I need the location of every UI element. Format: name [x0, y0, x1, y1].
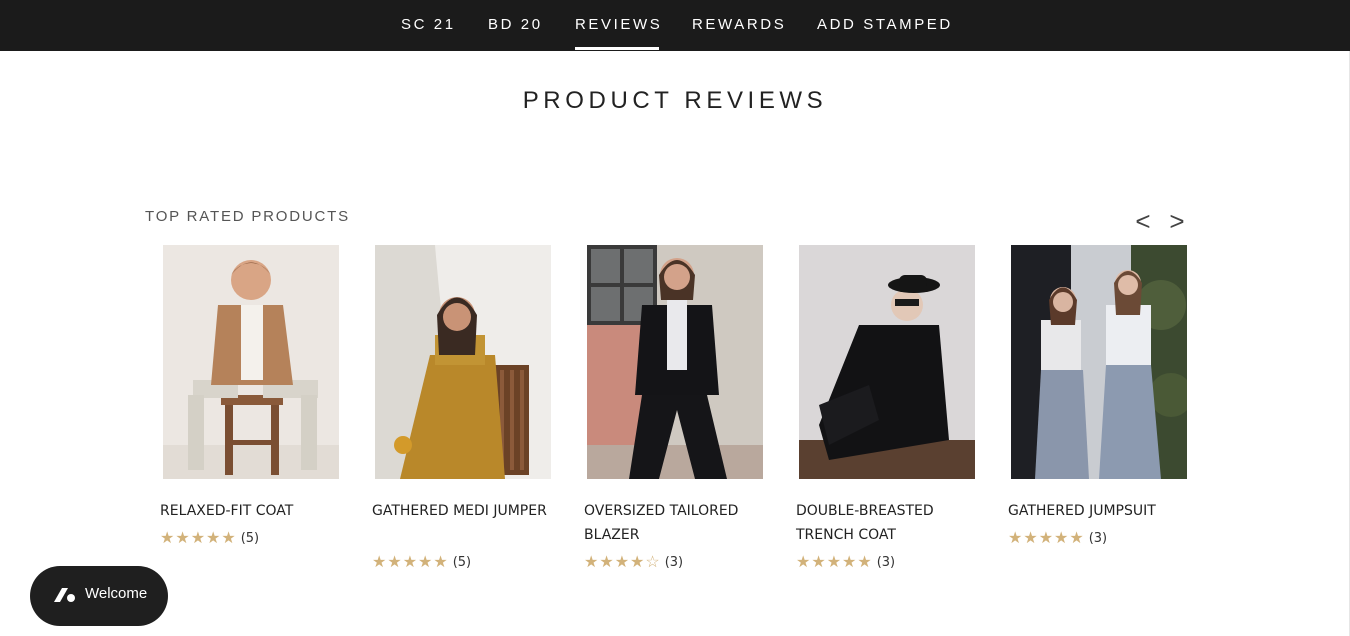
nav-item-sc21[interactable]: SC 21	[401, 16, 456, 36]
section-title: TOP RATED PRODUCTS	[145, 208, 350, 225]
review-count: (3)	[1088, 530, 1108, 546]
product-rating: ★★★★☆ (3)	[584, 553, 683, 571]
welcome-label: Welcome	[85, 585, 148, 602]
product-image[interactable]	[1011, 245, 1187, 479]
product-name[interactable]: DOUBLE-BREASTED TRENCH COAT	[796, 499, 996, 547]
star-rating-icon: ★★★★★	[796, 554, 873, 571]
product-name[interactable]: RELAXED-FIT COAT	[160, 499, 360, 523]
product-rating: ★★★★★ (5)	[372, 553, 471, 571]
nav-item-bd20[interactable]: BD 20	[488, 16, 543, 36]
product-name[interactable]: OVERSIZED TAILORED BLAZER	[584, 499, 784, 547]
review-count: (5)	[240, 530, 260, 546]
product-image[interactable]	[163, 245, 339, 479]
carousel-prev-button[interactable]: <	[1132, 206, 1154, 236]
product-image[interactable]	[375, 245, 551, 479]
star-rating-icon: ★★★★★	[1008, 530, 1085, 547]
product-rating: ★★★★★ (5)	[160, 529, 259, 547]
product-rating: ★★★★★ (3)	[1008, 529, 1107, 547]
nav-item-rewards[interactable]: REWARDS	[692, 16, 786, 36]
review-count: (3)	[876, 554, 896, 570]
carousel-next-button[interactable]: >	[1166, 206, 1188, 236]
product-name[interactable]: GATHERED MEDI JUMPER	[372, 499, 572, 523]
nav-item-reviews[interactable]: REVIEWS	[575, 16, 662, 36]
star-rating-icon: ★★★★☆	[584, 554, 661, 571]
star-rating-icon: ★★★★★	[160, 530, 237, 547]
active-nav-indicator	[575, 47, 659, 50]
nav-item-add-stamped[interactable]: ADD STAMPED	[817, 16, 953, 36]
welcome-rewards-button[interactable]: Welcome	[30, 566, 168, 626]
rewards-logo-icon	[54, 588, 75, 602]
top-nav: SC 21 BD 20 REVIEWS REWARDS ADD STAMPED	[0, 0, 1350, 51]
review-count: (5)	[452, 554, 472, 570]
star-rating-icon: ★★★★★	[372, 554, 449, 571]
page-title: PRODUCT REVIEWS	[522, 87, 828, 114]
product-name[interactable]: GATHERED JUMPSUIT	[1008, 499, 1208, 523]
product-image[interactable]	[799, 245, 975, 479]
product-rating: ★★★★★ (3)	[796, 553, 895, 571]
review-count: (3)	[664, 554, 684, 570]
product-image[interactable]	[587, 245, 763, 479]
